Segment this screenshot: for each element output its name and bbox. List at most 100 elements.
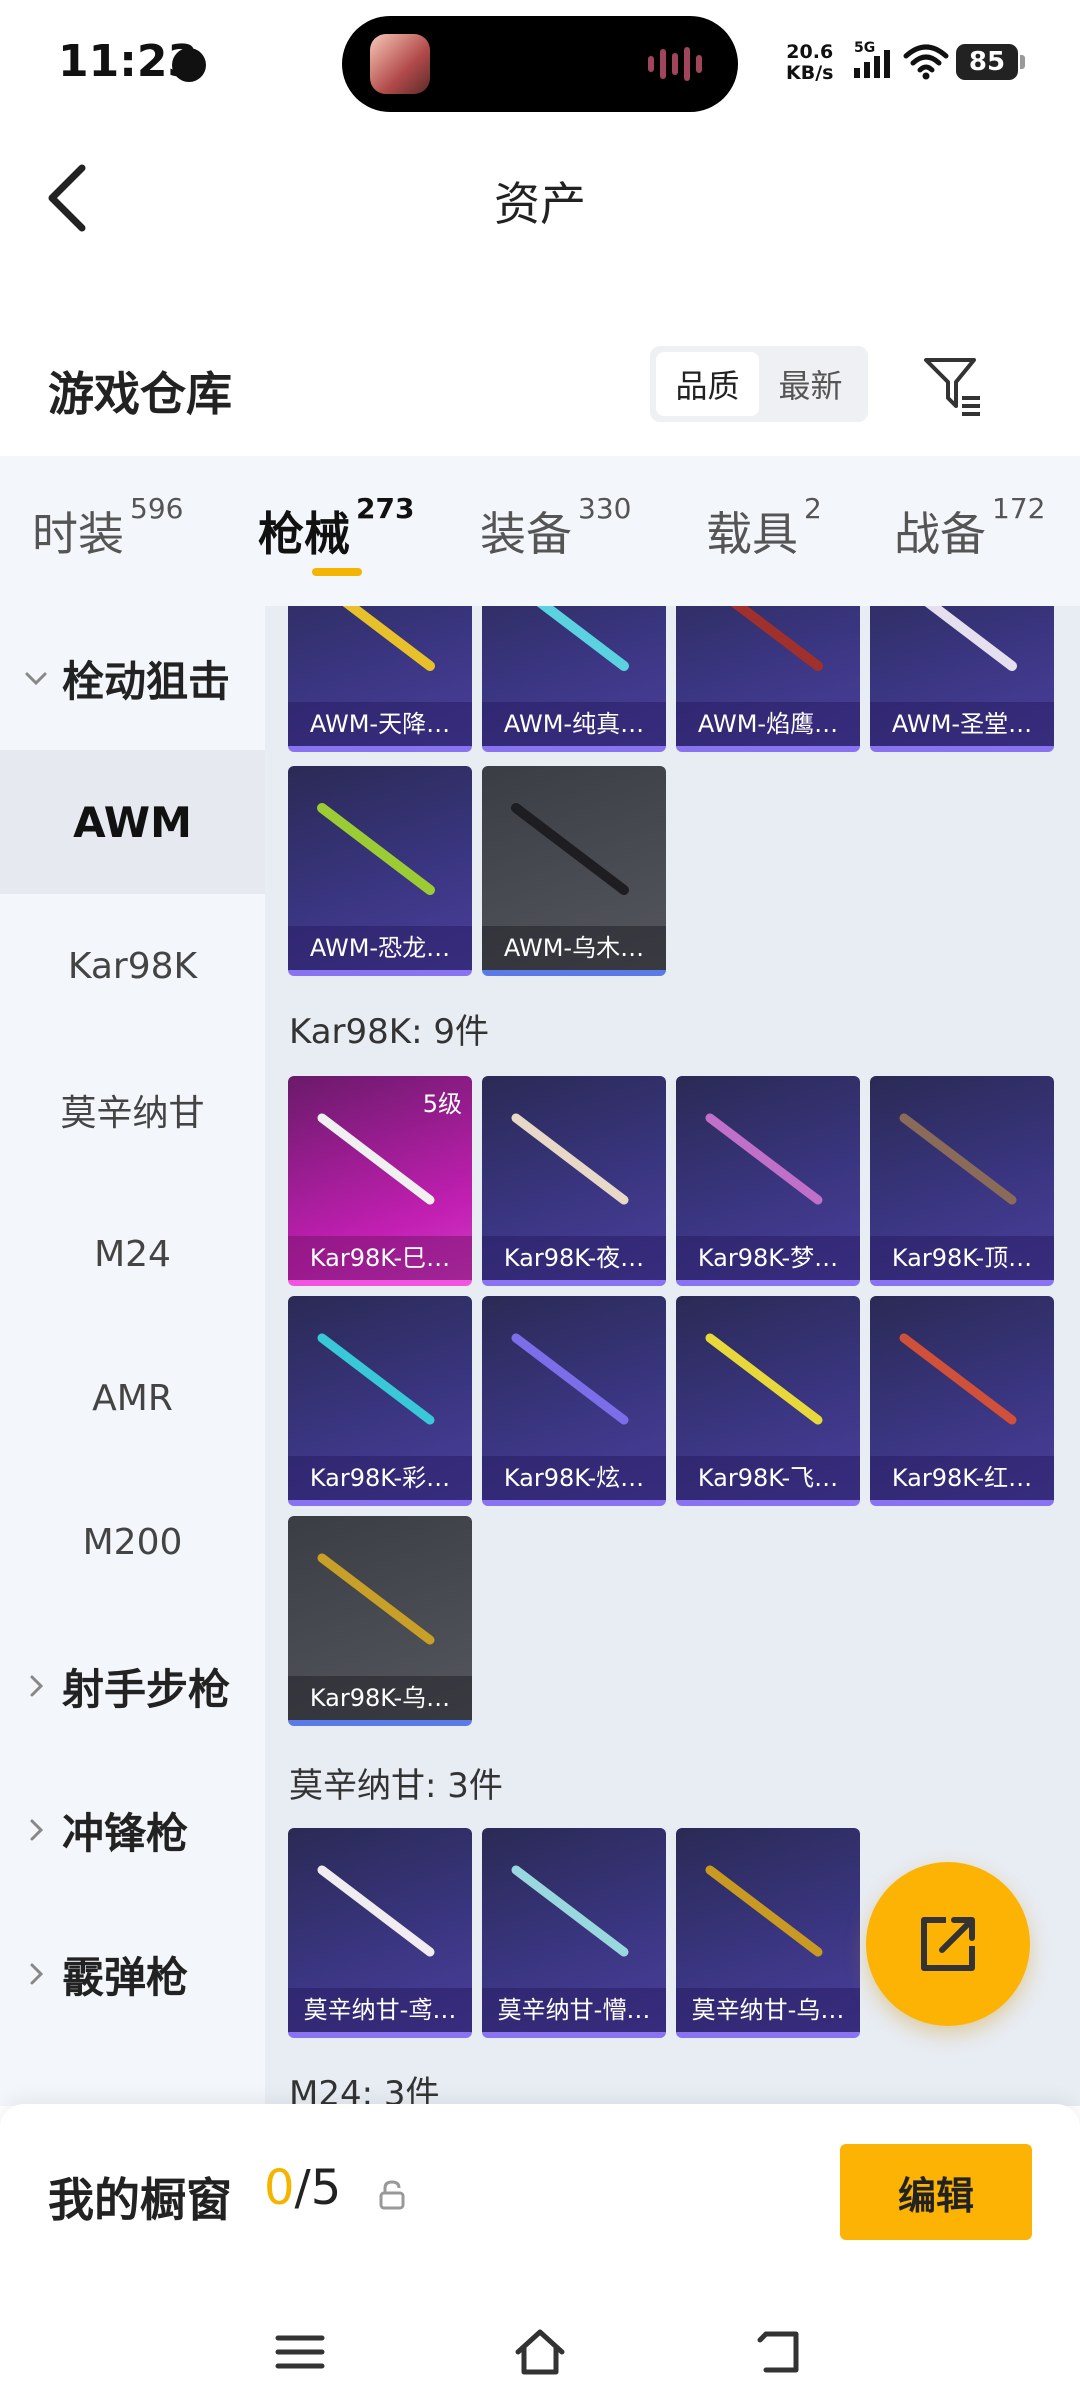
showcase-total: /5 (294, 2160, 342, 2216)
signal-5g-icon: 5G (854, 40, 890, 78)
rifle-icon (317, 1333, 435, 1425)
rifle-icon (317, 1865, 435, 1957)
tab-equipment[interactable]: 装备 330 (480, 492, 631, 564)
skin-card[interactable]: AWM-乌木… (482, 766, 666, 976)
skin-name: Kar98K-巳… (288, 1236, 472, 1280)
sort-by-newest[interactable]: 最新 (759, 352, 862, 416)
skin-card[interactable]: Kar98K-飞… (676, 1296, 860, 1506)
skin-card[interactable]: 5级 Kar98K-巳… (288, 1076, 472, 1286)
rifle-icon (730, 606, 823, 671)
share-icon (921, 1917, 975, 1971)
tab-count: 273 (356, 492, 415, 525)
showcase-panel: 我的橱窗 0/5 编辑 (0, 2104, 1080, 2400)
tab-fashion[interactable]: 时装 596 (32, 492, 183, 564)
network-speed-unit: KB/s (786, 62, 834, 84)
skin-name: AWM-纯真… (482, 702, 666, 746)
skin-name: Kar98K-飞… (676, 1456, 860, 1500)
skin-name: AWM-圣堂… (870, 702, 1054, 746)
skin-name: AWM-焰鹰… (676, 702, 860, 746)
tab-label: 枪械 (258, 507, 350, 561)
sidebar-group-bolt-action[interactable]: 栓动狙击 (0, 606, 265, 750)
back-icon[interactable] (752, 2326, 808, 2378)
skin-card[interactable]: 莫辛纳甘-鸢… (288, 1828, 472, 2038)
rifle-icon (705, 1113, 823, 1205)
rifle-icon (317, 1553, 435, 1645)
skin-card[interactable]: Kar98K-彩… (288, 1296, 472, 1506)
skin-card[interactable]: Kar98K-乌… (288, 1516, 472, 1726)
skin-name: AWM-天降… (288, 702, 472, 746)
skin-card[interactable]: Kar98K-梦… (676, 1076, 860, 1286)
sidebar-group-marksman[interactable]: 射手步枪 (0, 1614, 265, 1758)
wifi-icon (903, 44, 949, 80)
skin-name: AWM-恐龙… (288, 926, 472, 970)
page-title: 资产 (494, 177, 586, 231)
tab-count: 2 (804, 492, 822, 525)
category-tabs: 时装 596 枪械 273 装备 330 载具 2 战备 172 (0, 456, 1080, 606)
skin-name: Kar98K-梦… (676, 1236, 860, 1280)
app-avatar-icon (370, 34, 430, 94)
sidebar-group-smg[interactable]: 冲锋枪 (0, 1758, 265, 1902)
rifle-icon (899, 1113, 1017, 1205)
network-speed-value: 20.6 (786, 41, 834, 63)
sidebar-item-awm[interactable]: AWM (0, 750, 265, 894)
rifle-icon (511, 803, 629, 895)
skin-card[interactable]: AWM-圣堂… (870, 606, 1054, 752)
skin-card[interactable]: AWM-纯真… (482, 606, 666, 752)
tab-label: 时装 (32, 507, 124, 561)
sidebar-item-m200[interactable]: M200 (0, 1470, 265, 1614)
section-title: 游戏仓库 (48, 367, 232, 421)
rifle-icon (924, 606, 1017, 671)
weapon-category-sidebar: 栓动狙击 AWM Kar98K 莫辛纳甘 M24 AMR M200 射手步枪 冲… (0, 606, 265, 2106)
tab-count: 172 (992, 492, 1046, 525)
rifle-icon (317, 803, 435, 895)
sidebar-item-kar98k[interactable]: Kar98K (0, 894, 265, 1038)
edit-button[interactable]: 编辑 (840, 2144, 1032, 2240)
skin-card[interactable]: AWM-焰鹰… (676, 606, 860, 752)
skin-card[interactable]: Kar98K-夜… (482, 1076, 666, 1286)
skin-name: Kar98K-炫… (482, 1456, 666, 1500)
rifle-icon (511, 1113, 629, 1205)
sidebar-item-amr[interactable]: AMR (0, 1326, 265, 1470)
chevron-right-icon (30, 1819, 44, 1841)
tab-supplies[interactable]: 战备 172 (894, 492, 1045, 564)
skin-name: Kar98K-顶… (870, 1236, 1054, 1280)
filter-icon[interactable] (920, 352, 986, 418)
sort-by-quality[interactable]: 品质 (656, 352, 759, 416)
home-icon[interactable] (512, 2326, 568, 2378)
skin-card[interactable]: Kar98K-炫… (482, 1296, 666, 1506)
group-label-m24: M24: 3件 (289, 2074, 440, 2106)
sort-toggle: 品质 最新 (650, 346, 868, 422)
showcase-label: 我的橱窗 (48, 2173, 232, 2227)
tab-vehicles[interactable]: 载具 2 (706, 492, 822, 564)
sidebar-group-label: 霰弹枪 (62, 1952, 189, 2002)
sidebar-group-shotgun[interactable]: 霰弹枪 (0, 1902, 265, 2046)
rifle-icon (899, 1333, 1017, 1425)
notification-icon (172, 48, 206, 82)
skin-card[interactable]: 莫辛纳甘-乌… (676, 1828, 860, 2038)
showcase-current: 0 (264, 2160, 295, 2216)
skin-card[interactable]: AWM-恐龙… (288, 766, 472, 976)
active-tab-indicator (312, 568, 362, 576)
rifle-icon (705, 1865, 823, 1957)
skin-card[interactable]: AWM-天降… (288, 606, 472, 752)
tab-count: 596 (130, 492, 184, 525)
sidebar-group-label: 射手步枪 (62, 1664, 231, 1714)
skin-card[interactable]: 莫辛纳甘-懵… (482, 1828, 666, 2038)
skin-card[interactable]: Kar98K-顶… (870, 1076, 1054, 1286)
battery-indicator: 85 (956, 44, 1025, 80)
sidebar-item-mosin[interactable]: 莫辛纳甘 (0, 1038, 265, 1182)
skin-card[interactable]: Kar98K-红… (870, 1296, 1054, 1506)
skin-name: 莫辛纳甘-懵… (482, 1988, 666, 2032)
sidebar-item-m24[interactable]: M24 (0, 1182, 265, 1326)
rifle-icon (342, 606, 435, 671)
tab-count: 330 (578, 492, 632, 525)
svg-text:5G: 5G (854, 40, 875, 56)
skin-name: AWM-乌木… (482, 926, 666, 970)
dynamic-island[interactable] (342, 16, 738, 112)
rifle-icon (705, 1333, 823, 1425)
share-button[interactable] (866, 1862, 1030, 2026)
tab-firearms[interactable]: 枪械 273 (258, 492, 414, 564)
skin-name: Kar98K-乌… (288, 1676, 472, 1720)
menu-icon[interactable] (272, 2326, 328, 2378)
rifle-icon (317, 1113, 435, 1205)
